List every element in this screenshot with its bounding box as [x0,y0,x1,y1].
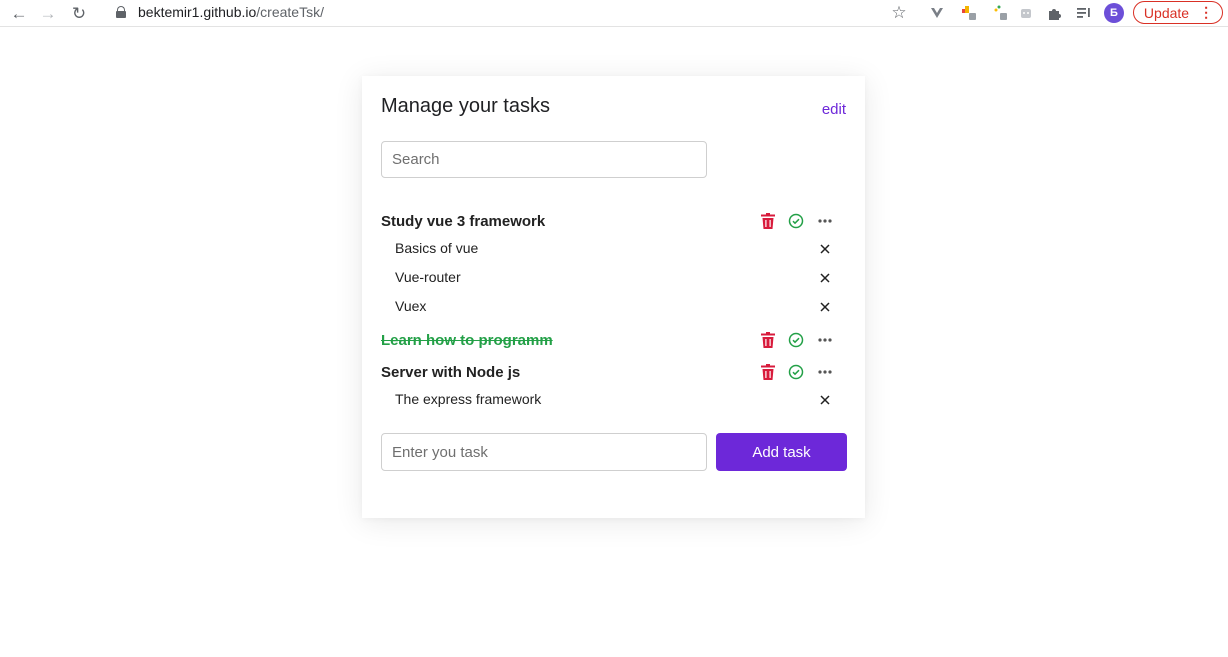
more-options-icon[interactable] [817,332,833,348]
url-path: /createTsk/ [256,4,324,20]
menu-dots-icon: ⋮ [1199,4,1213,20]
trash-icon[interactable] [761,213,775,229]
profile-avatar[interactable]: Б [1104,3,1124,23]
task-manager-card: Manage your tasks edit Study vue 3 frame… [362,76,865,518]
subtask-item: Vuex [395,298,427,314]
subtask-item: Basics of vue [395,240,479,256]
url-text: bektemir1.github.io/createTsk/ [138,4,324,20]
extension-color-icon[interactable] [960,4,978,22]
extension-v-icon[interactable] [928,4,946,22]
trash-icon[interactable] [761,364,775,380]
edit-link[interactable]: edit [822,101,846,118]
check-circle-icon[interactable] [788,213,804,229]
lock-icon [114,4,128,20]
reload-icon[interactable]: ↻ [68,2,90,24]
task-title: Study vue 3 framework [381,213,546,230]
url-domain: bektemir1.github.io [138,4,257,20]
add-task-button[interactable]: Add task [716,433,847,471]
address-bar[interactable]: bektemir1.github.io/createTsk/ [100,0,920,24]
page-title: Manage your tasks [381,95,550,117]
trash-icon[interactable] [761,332,775,348]
check-circle-icon[interactable] [788,364,804,380]
new-task-input[interactable] [381,433,707,471]
update-button[interactable]: Update ⋮ [1133,1,1223,24]
back-arrow-icon[interactable]: ← [8,2,30,24]
search-input[interactable] [381,141,707,178]
check-circle-icon[interactable] [788,332,804,348]
more-options-icon[interactable] [817,364,833,380]
subtask-item: The express framework [395,391,542,407]
remove-subtask-icon[interactable] [819,394,831,406]
extension-robot-icon[interactable] [1017,4,1035,22]
remove-subtask-icon[interactable] [819,272,831,284]
remove-subtask-icon[interactable] [819,243,831,255]
bookmark-star-icon[interactable]: ☆ [888,2,910,24]
forward-arrow-icon[interactable]: → [37,2,59,24]
browser-toolbar: ← → ↻ bektemir1.github.io/createTsk/ ☆ Б… [0,0,1228,27]
reading-list-icon[interactable] [1075,4,1093,22]
extension-sparkle-icon[interactable] [992,4,1010,22]
update-label: Update [1143,4,1190,21]
remove-subtask-icon[interactable] [819,301,831,313]
task-title-completed: Learn how to programm [381,332,553,349]
subtask-item: Vue-router [395,269,461,285]
extensions-puzzle-icon[interactable] [1046,4,1064,22]
more-options-icon[interactable] [817,213,833,229]
task-title: Server with Node js [381,364,521,381]
